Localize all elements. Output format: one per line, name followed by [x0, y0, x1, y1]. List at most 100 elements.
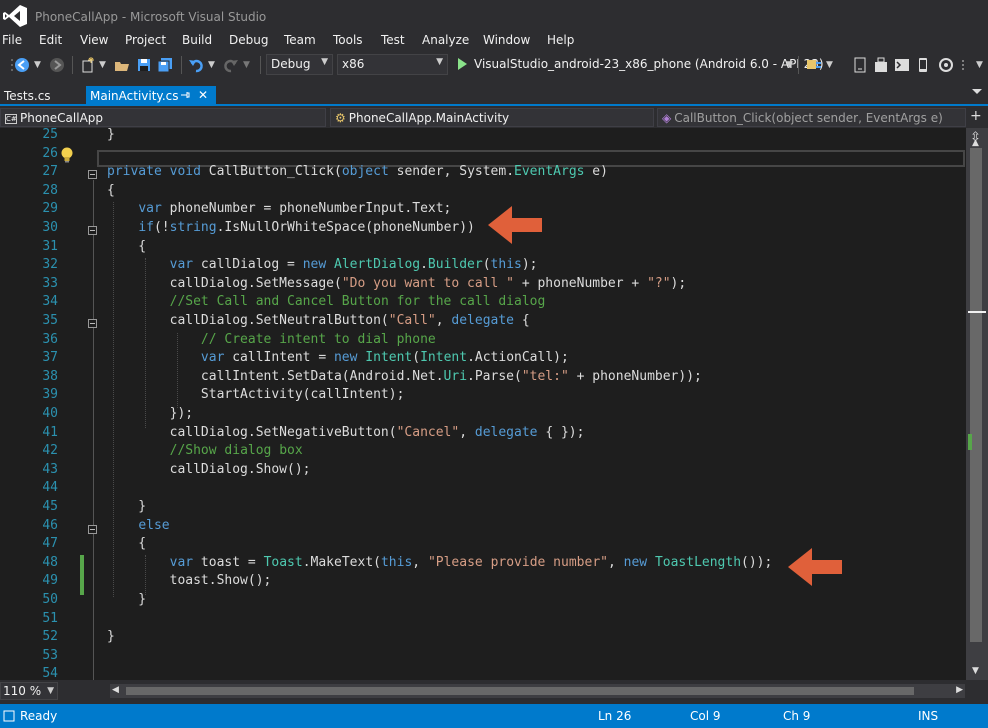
close-tab-icon[interactable]: ✕: [198, 88, 208, 102]
start-debugging-icon[interactable]: [458, 58, 467, 70]
save-icon[interactable]: [136, 57, 152, 73]
device-manager-icon[interactable]: [915, 57, 931, 73]
code-line: 52}: [0, 628, 966, 647]
toolbar-options-icon[interactable]: ▼: [976, 60, 983, 70]
code-text: else: [138, 517, 170, 533]
scroll-down-icon[interactable]: ▼: [972, 666, 979, 676]
chevron-down-icon: ▼: [436, 57, 443, 67]
collapse-delegate-icon[interactable]: [88, 319, 97, 328]
save-all-icon[interactable]: [157, 57, 173, 73]
navigate-back-icon[interactable]: [14, 57, 30, 73]
code-text: callIntent.SetData(Android.Net.Uri.Parse…: [107, 368, 702, 384]
back-dropdown-icon[interactable]: ▼: [34, 60, 41, 70]
project-navigation-dropdown[interactable]: C# PhoneCallApp: [0, 108, 326, 127]
code-line: 44: [0, 479, 966, 498]
navigate-forward-icon[interactable]: [49, 57, 65, 73]
code-line: 53: [0, 647, 966, 666]
status-bar: Ready Ln 26 Col 9 Ch 9 INS: [0, 704, 988, 728]
open-file-icon[interactable]: [114, 57, 130, 73]
pin-icon[interactable]: [180, 90, 190, 100]
code-line: 38 callIntent.SetData(Android.Net.Uri.Pa…: [0, 368, 966, 387]
lightbulb-icon[interactable]: [60, 147, 74, 163]
code-text: //Set Call and Cancel Button for the cal…: [169, 294, 546, 310]
collapse-method-icon[interactable]: [88, 170, 97, 179]
line-number: Ln 26: [598, 709, 632, 723]
menu-debug[interactable]: Debug: [229, 33, 268, 47]
code-text: });: [107, 406, 194, 421]
menu-help[interactable]: Help: [547, 33, 574, 47]
tab-mainactivity-cs[interactable]: MainActivity.cs ✕: [86, 86, 216, 106]
run-target-button[interactable]: VisualStudio_android-23_x86_phone (Andro…: [474, 57, 824, 71]
console-icon[interactable]: [894, 57, 910, 73]
annotation-arrow-icon: [788, 548, 842, 586]
platform-dropdown[interactable]: x86 ▼: [337, 54, 448, 75]
caret-position-marker: [968, 311, 986, 313]
change-marker: [968, 434, 972, 450]
code-line: 25}: [0, 128, 966, 145]
add-split-icon[interactable]: +: [970, 108, 982, 124]
line-number: 25: [42, 128, 58, 142]
menu-test[interactable]: Test: [381, 33, 405, 47]
menu-team[interactable]: Team: [284, 33, 316, 47]
browser-link-dropdown-icon[interactable]: ▼: [826, 60, 833, 70]
collapse-if-icon[interactable]: [88, 226, 97, 235]
new-project-icon[interactable]: [80, 57, 96, 73]
menu-file[interactable]: File: [2, 33, 22, 47]
device-log-icon[interactable]: [852, 57, 868, 73]
tab-tests-cs[interactable]: Tests.cs: [0, 86, 86, 106]
class-icon: ⚙: [335, 111, 346, 125]
menu-analyze[interactable]: Analyze: [422, 33, 469, 47]
menu-tools[interactable]: Tools: [333, 33, 363, 47]
menu-edit[interactable]: Edit: [39, 33, 62, 47]
horizontal-scrollbar[interactable]: ◀ ▶: [110, 684, 965, 698]
run-target-dropdown-icon[interactable]: ▼: [786, 60, 793, 70]
line-number: 51: [42, 610, 58, 626]
code-line: 30 if(!string.IsNullOrWhiteSpace(phoneNu…: [0, 219, 966, 238]
line-number: 35: [42, 313, 58, 328]
menu-build[interactable]: Build: [182, 33, 212, 47]
line-number: 36: [42, 331, 58, 347]
redo-dropdown-icon[interactable]: ▼: [243, 60, 250, 70]
code-text: var callDialog = new AlertDialog.Builder…: [169, 257, 538, 273]
status-text: Ready: [20, 709, 58, 723]
undo-dropdown-icon[interactable]: ▼: [208, 60, 215, 70]
menu-project[interactable]: Project: [125, 33, 166, 47]
line-number: 29: [42, 201, 58, 217]
member-navigation-dropdown[interactable]: ◈ CallButton_Click(object sender, EventAr…: [657, 108, 966, 127]
line-number: 33: [42, 275, 58, 291]
redo-icon[interactable]: [223, 57, 239, 73]
code-line: 29 var phoneNumber = phoneNumberInput.Te…: [0, 200, 966, 219]
window-title: PhoneCallApp - Microsoft Visual Studio: [35, 10, 267, 24]
code-text: toast.Show();: [107, 573, 272, 589]
browser-link-icon[interactable]: [806, 57, 822, 73]
new-dropdown-icon[interactable]: ▼: [99, 60, 106, 70]
tab-overflow-icon[interactable]: [972, 89, 982, 94]
line-number: 34: [42, 294, 58, 310]
code-text: private void CallButton_Click(object sen…: [107, 164, 608, 180]
code-editor[interactable]: 25} 26 27 private void CallButton_Click(obj…: [0, 128, 966, 680]
menu-view[interactable]: View: [80, 33, 108, 47]
tab-label: MainActivity.cs: [90, 89, 179, 103]
split-window-icon[interactable]: ⇳: [970, 130, 981, 145]
type-navigation-dropdown[interactable]: ⚙ PhoneCallApp.MainActivity: [330, 108, 654, 127]
status-output-icon[interactable]: [3, 710, 15, 722]
scroll-left-icon[interactable]: ◀: [112, 685, 119, 695]
line-number: 41: [42, 424, 58, 440]
undo-icon[interactable]: [188, 57, 204, 73]
line-number: 43: [42, 461, 58, 477]
extensions-icon[interactable]: [938, 57, 954, 73]
configuration-dropdown[interactable]: Debug ▼: [266, 54, 333, 75]
vertical-scrollbar[interactable]: ▲ ▼: [966, 128, 988, 680]
scrollbar-thumb[interactable]: [970, 148, 982, 642]
zoom-dropdown[interactable]: 110 % ▼: [0, 682, 58, 700]
menu-window[interactable]: Window: [483, 33, 530, 47]
code-text: callDialog.SetMessage("Do you want to ca…: [107, 275, 687, 291]
zoom-value: 110 %: [3, 684, 42, 698]
chevron-down-icon: ▼: [321, 57, 328, 67]
document-tabs: Tests.cs MainActivity.cs ✕: [0, 86, 988, 106]
android-sdk-manager-icon[interactable]: [873, 57, 889, 73]
scroll-right-icon[interactable]: ▶: [956, 685, 963, 695]
horizontal-scrollbar-thumb[interactable]: [126, 687, 914, 695]
collapse-else-icon[interactable]: [88, 525, 97, 534]
code-text: if(!string.IsNullOrWhiteSpace(phoneNumbe…: [138, 220, 475, 235]
